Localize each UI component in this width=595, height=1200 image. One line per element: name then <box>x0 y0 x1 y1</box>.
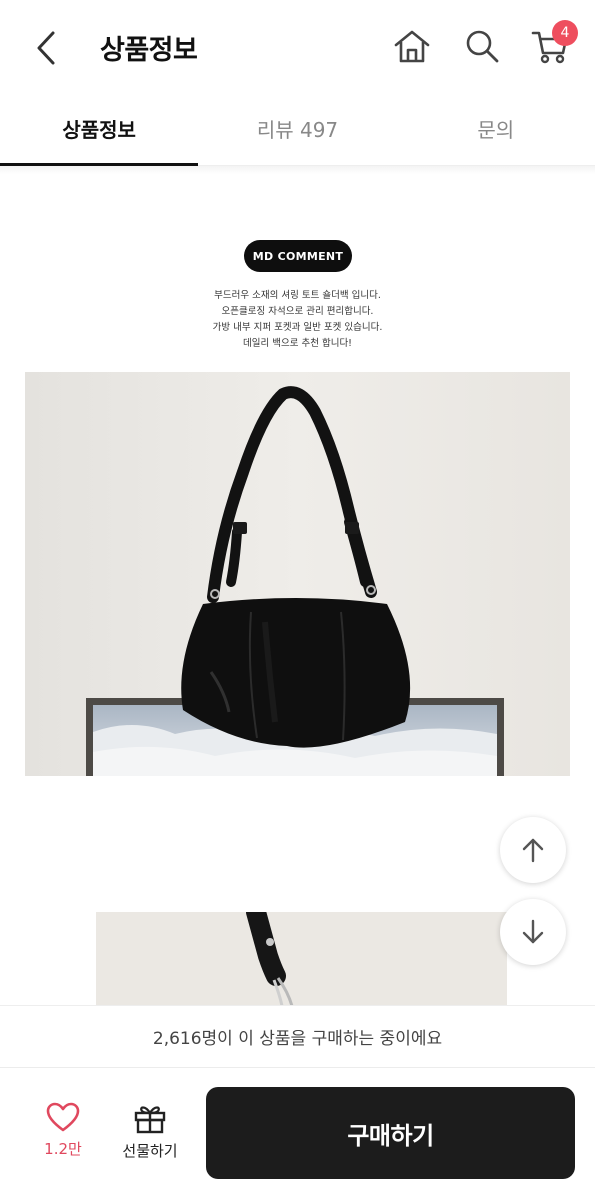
gift-button[interactable]: 선물하기 <box>116 1102 184 1166</box>
md-comment-line: 오픈클로징 자석으로 관리 편리합니다. <box>221 306 374 317</box>
home-button[interactable] <box>390 24 434 68</box>
back-arrow-icon <box>37 31 55 65</box>
app-header: 상품정보 4 <box>0 0 595 92</box>
product-photo-2 <box>96 912 507 1006</box>
md-comment-line: 부드러우 소재의 셔링 토트 숄더백 입니다. <box>214 290 381 301</box>
gift-label: 선물하기 <box>122 1142 178 1160</box>
tab-shadow <box>0 166 595 174</box>
md-comment-badge: MD COMMENT <box>244 240 352 272</box>
arrow-up-icon <box>522 838 544 863</box>
cart-count-badge: 4 <box>552 20 578 46</box>
heart-icon <box>46 1102 80 1132</box>
search-icon <box>466 30 499 63</box>
gift-icon <box>134 1106 166 1134</box>
md-comment-line: 데일리 백으로 추천 합니다! <box>242 338 352 349</box>
like-button[interactable]: 1.2만 <box>32 1102 94 1166</box>
md-comment-text: 부드러우 소재의 셔링 토트 숄더백 입니다. 오픈클로징 자석으로 관리 편리… <box>150 288 445 352</box>
tab-inquiry[interactable]: 문의 <box>397 92 595 165</box>
product-photo <box>25 372 570 776</box>
arrow-down-icon <box>522 919 544 944</box>
like-count: 1.2만 <box>44 1140 82 1158</box>
tab-product-info[interactable]: 상품정보 <box>0 92 199 166</box>
scroll-up-button[interactable] <box>500 817 566 883</box>
back-button[interactable] <box>22 24 70 72</box>
buying-notice: 2,616명이 이 상품을 구매하는 중이에요 <box>0 1005 595 1067</box>
bag-illustration <box>25 372 570 776</box>
page-title: 상품정보 <box>100 35 198 66</box>
search-button[interactable] <box>460 24 504 68</box>
md-comment-line: 가방 내부 지퍼 포켓과 일반 포켓 있습니다. <box>212 322 383 333</box>
tab-reviews[interactable]: 리뷰 497 <box>198 92 396 165</box>
home-icon <box>394 30 430 63</box>
bag-strap-illustration <box>96 912 507 1006</box>
product-tabs: 상품정보 리뷰 497 문의 <box>0 92 595 166</box>
scroll-down-button[interactable] <box>500 899 566 965</box>
buy-button[interactable]: 구매하기 <box>206 1087 575 1179</box>
bottom-action-bar: 1.2만 선물하기 구매하기 <box>0 1068 595 1200</box>
